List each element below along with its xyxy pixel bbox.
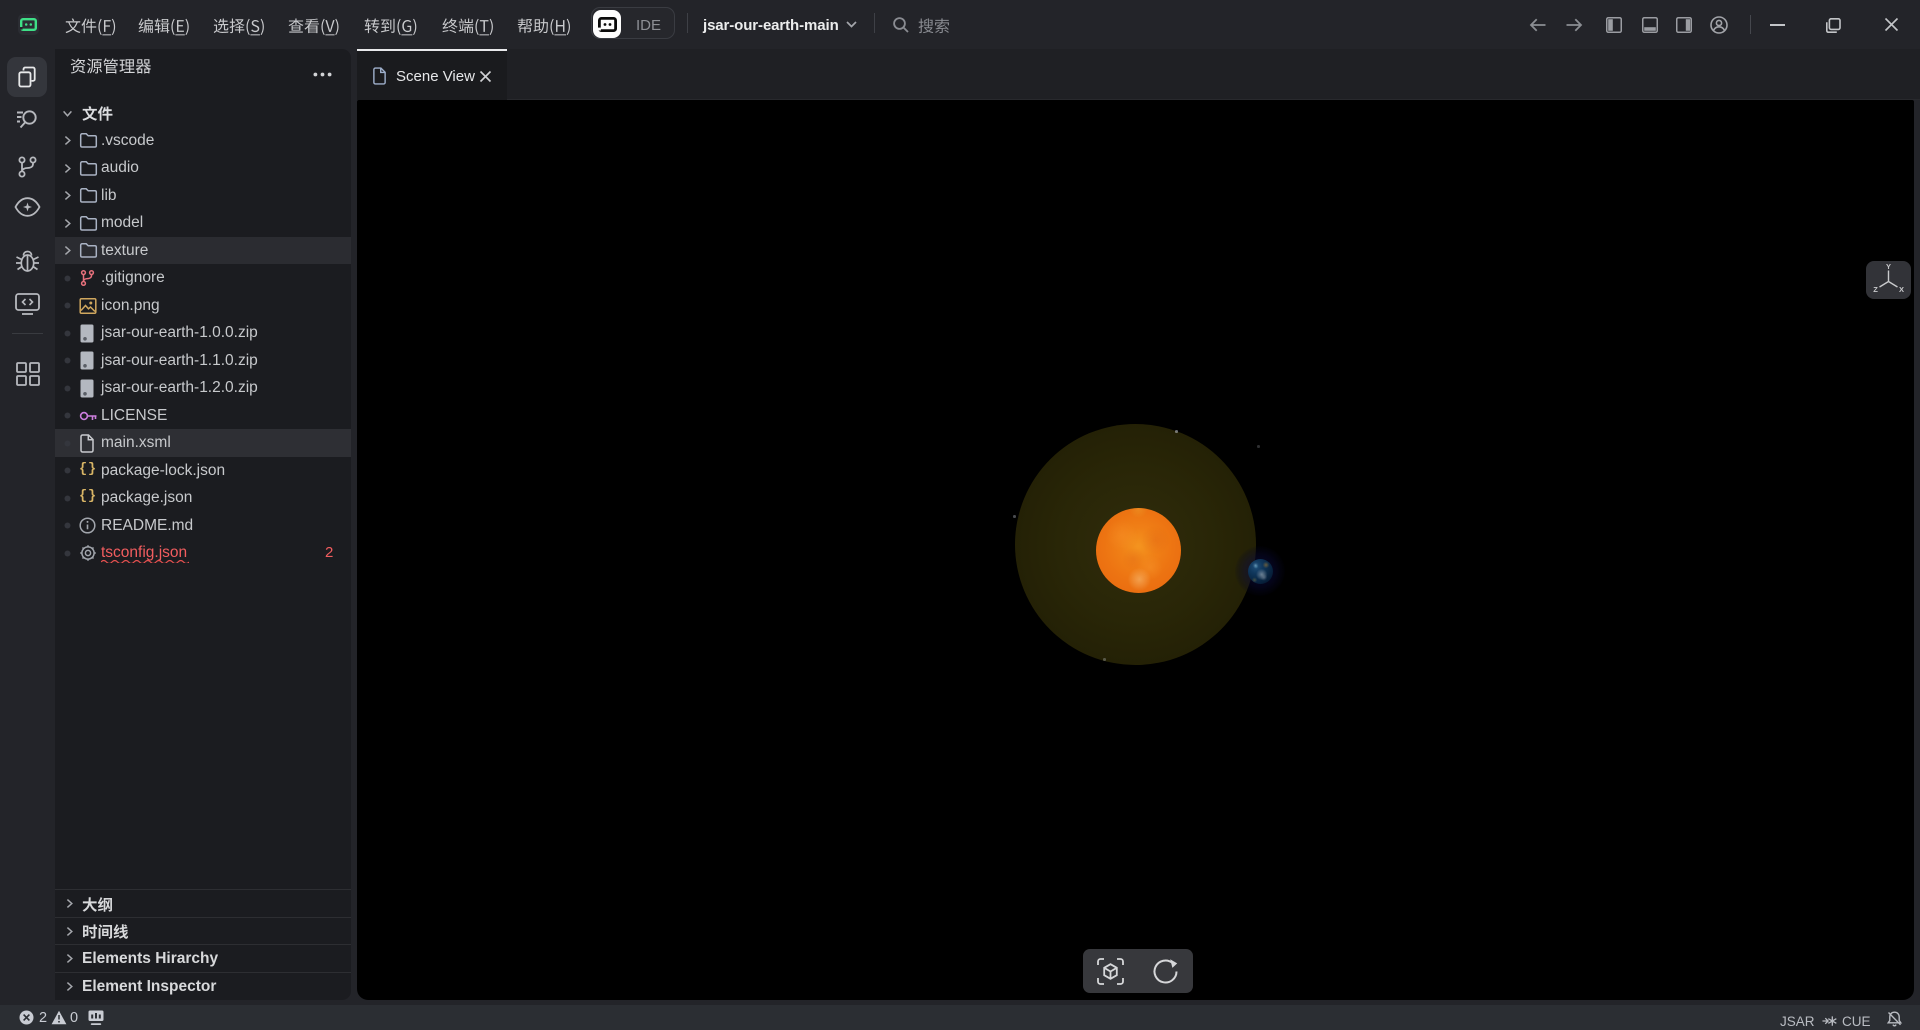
svg-text:Y: Y — [1886, 262, 1891, 271]
svg-text:X: X — [1899, 285, 1904, 294]
svg-text:Z: Z — [1873, 285, 1878, 294]
